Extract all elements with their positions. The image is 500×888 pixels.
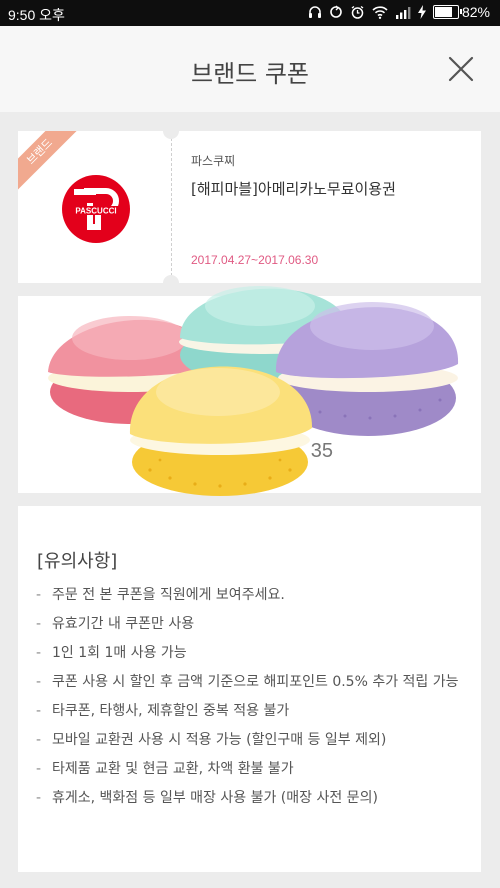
list-item: 타쿠폰, 타행사, 제휴할인 중복 적용 불가	[34, 700, 467, 722]
brand-logo-text: PASCUCCI	[75, 207, 116, 216]
battery-icon	[432, 5, 462, 19]
list-item: 1인 1회 1매 사용 가능	[34, 642, 467, 664]
coupon-name: [해피마블]아메리카노무료이용권	[191, 180, 396, 198]
list-item: 모바일 교환권 사용 시 적용 가능 (할인구매 등 일부 제외)	[34, 729, 467, 751]
status-icons: 82%	[308, 4, 490, 20]
wifi-icon	[372, 5, 388, 19]
notice-list: 주문 전 본 쿠폰을 직원에게 보여주세요. 유효기간 내 쿠폰만 사용 1인 …	[34, 584, 467, 816]
coupon-notch-top	[163, 131, 179, 139]
page-title: 브랜드 쿠폰	[190, 60, 310, 88]
battery-percentage: 82%	[461, 4, 490, 20]
app-header: 브랜드 쿠폰	[0, 26, 500, 112]
coupon-divider	[171, 133, 172, 281]
barcode-number: 35	[310, 440, 333, 462]
list-item: 주문 전 본 쿠폰을 직원에게 보여주세요.	[34, 584, 467, 606]
list-item: 타제품 교환 및 현금 교환, 차액 환불 불가	[34, 758, 467, 780]
close-icon[interactable]	[448, 56, 474, 82]
brand-logo: PASCUCCI	[62, 175, 130, 243]
status-time: 9:50 오후	[8, 7, 65, 23]
sync-icon	[329, 5, 343, 19]
list-item: 유효기간 내 쿠폰만 사용	[34, 613, 467, 635]
list-item: 쿠폰 사용 시 할인 후 금액 기준으로 해피포인트 0.5% 추가 적립 가능	[34, 671, 467, 693]
notice-card: [유의사항] 주문 전 본 쿠폰을 직원에게 보여주세요. 유효기간 내 쿠폰만…	[18, 506, 481, 872]
brand-name: 파스쿠찌	[191, 154, 236, 168]
charging-icon	[417, 5, 426, 19]
signal-icon	[395, 6, 411, 19]
alarm-icon	[350, 5, 365, 20]
status-bar: 9:50 오후 82%	[0, 0, 500, 26]
battery-indicator: 82%	[432, 4, 490, 20]
valid-period: 2017.04.27~2017.06.30	[191, 253, 319, 267]
coupon-card: 브랜드 PASCUCCI 파스쿠찌 [해피마블]아메리카노무료이용권 2017.…	[18, 131, 481, 283]
barcode-card: 35	[18, 296, 481, 493]
coupon-notch-bottom	[163, 275, 179, 283]
headphones-icon	[308, 5, 322, 19]
notice-title: [유의사항]	[37, 551, 118, 572]
list-item: 휴게소, 백화점 등 일부 매장 사용 불가 (매장 사전 문의)	[34, 787, 467, 809]
